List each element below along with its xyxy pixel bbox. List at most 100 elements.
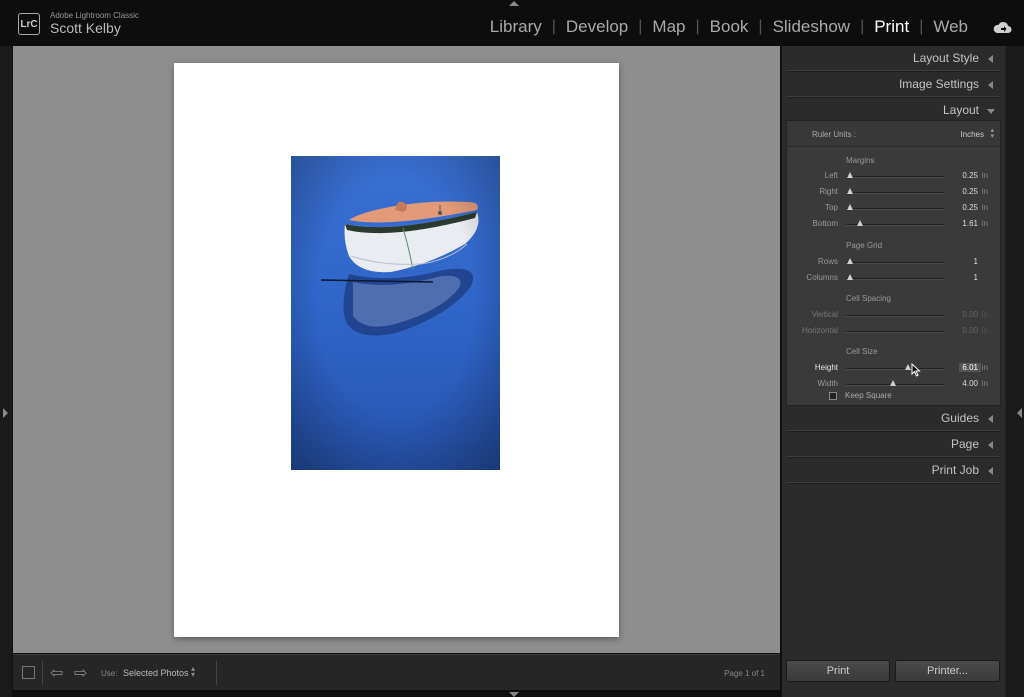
chevron-up-down-icon[interactable]: ▴ ▾ <box>191 665 195 679</box>
slider-value[interactable]: 1.61 <box>962 219 978 228</box>
slider-track[interactable] <box>846 278 944 280</box>
collapse-triangle-icon[interactable] <box>988 441 993 449</box>
slider-thumb[interactable] <box>846 172 853 178</box>
slider-thumb[interactable] <box>846 258 853 264</box>
slider-track[interactable] <box>846 368 944 370</box>
page-counter: Page 1 of 1 <box>724 669 765 678</box>
slider-value[interactable]: 4.00 <box>962 379 978 388</box>
panel-layout[interactable]: Layout <box>786 98 1001 120</box>
panel-title: Page <box>950 437 979 451</box>
module-library[interactable]: Library <box>490 17 542 37</box>
slider-label: Width <box>817 379 838 388</box>
module-picker: Library | Develop | Map | Book | Slidesh… <box>490 17 968 37</box>
slider-columns[interactable]: Columns 1 <box>787 271 1000 285</box>
printer-button[interactable]: Printer... <box>895 660 1000 682</box>
module-separator: | <box>919 18 924 35</box>
bottom-toolbar: ⇦ ⇨ Use: Selected Photos ▴ ▾ Page 1 of 1 <box>13 654 780 690</box>
keep-square-checkbox[interactable] <box>829 392 837 400</box>
cell-size-section-title: Cell Size <box>846 347 878 356</box>
slider-rows[interactable]: Rows 1 <box>787 255 1000 269</box>
module-slideshow[interactable]: Slideshow <box>773 17 851 37</box>
toolbar-divider <box>216 661 217 685</box>
panel-guides[interactable]: Guides <box>786 406 1001 432</box>
right-panel-toggle-icon[interactable] <box>1017 408 1022 418</box>
slider-track[interactable] <box>846 176 944 178</box>
module-web[interactable]: Web <box>933 17 968 37</box>
bottom-panel-toggle-icon[interactable] <box>509 692 519 697</box>
slider-left-margin[interactable]: Left 0.25 in <box>787 169 1000 183</box>
slider-cell-height[interactable]: Height 6.01 in <box>787 361 1000 375</box>
slider-value[interactable]: 0.25 <box>962 203 978 212</box>
identity-plate-bar: LrC Adobe Lightroom Classic Scott Kelby … <box>0 0 1024 46</box>
top-panel-toggle-icon[interactable] <box>509 1 519 6</box>
previous-page-icon[interactable]: ⇦ <box>50 663 63 683</box>
slider-label: Bottom <box>812 219 838 228</box>
slider-thumb[interactable] <box>904 364 911 370</box>
slider-vertical-spacing: Vertical 0.00 in <box>787 308 1000 322</box>
photo-cell[interactable] <box>291 156 500 470</box>
panel-page[interactable]: Page <box>786 432 1001 458</box>
panel-layout-style[interactable]: Layout Style <box>786 46 1001 72</box>
ruler-units-label: Ruler Units : <box>812 130 857 139</box>
slider-thumb[interactable] <box>846 204 853 210</box>
module-separator: | <box>758 18 763 35</box>
module-separator: | <box>638 18 643 35</box>
collapse-triangle-icon[interactable] <box>988 55 993 63</box>
ruler-units-row: Ruler Units : Inches ▴ ▾ <box>787 121 1000 147</box>
print-preview-canvas <box>13 46 780 653</box>
use-selector[interactable]: Selected Photos <box>123 668 189 678</box>
slider-label: Columns <box>806 273 838 282</box>
user-name: Scott Kelby <box>50 20 121 36</box>
module-separator: | <box>695 18 700 35</box>
ruler-units-select[interactable]: Inches <box>960 130 984 139</box>
slider-label: Rows <box>817 257 838 266</box>
slider-value[interactable]: 0.25 <box>962 171 978 180</box>
panel-print-job[interactable]: Print Job <box>786 458 1001 484</box>
slider-unit: in <box>981 326 988 335</box>
slider-thumb[interactable] <box>846 188 853 194</box>
slider-horizontal-spacing: Horizontal 0.00 in <box>787 324 1000 338</box>
module-map[interactable]: Map <box>652 17 685 37</box>
slider-label: Top <box>825 203 838 212</box>
slider-value[interactable]: 1 <box>974 273 978 282</box>
collapse-triangle-icon[interactable] <box>988 81 993 89</box>
cloud-sync-icon[interactable] <box>992 20 1012 34</box>
module-separator: | <box>551 18 556 35</box>
next-page-icon[interactable]: ⇨ <box>74 663 87 683</box>
slider-value: 0.00 <box>962 310 978 319</box>
slider-cell-width[interactable]: Width 4.00 in <box>787 377 1000 391</box>
slider-right-margin[interactable]: Right 0.25 in <box>787 185 1000 199</box>
slider-bottom-margin[interactable]: Bottom 1.61 in <box>787 217 1000 231</box>
slider-track[interactable] <box>846 262 944 264</box>
collapse-triangle-icon[interactable] <box>988 467 993 475</box>
lrc-logo: LrC <box>18 13 40 35</box>
slider-top-margin[interactable]: Top 0.25 in <box>787 201 1000 215</box>
slider-thumb[interactable] <box>856 220 863 226</box>
slider-label: Vertical <box>811 310 838 319</box>
right-panel-edge <box>1006 46 1024 697</box>
slider-thumb[interactable] <box>890 380 897 386</box>
module-print[interactable]: Print <box>874 17 909 37</box>
single-view-icon[interactable] <box>22 666 35 679</box>
panel-image-settings[interactable]: Image Settings <box>786 72 1001 98</box>
right-panel: Layout Style Image Settings Layout Ruler… <box>782 46 1005 697</box>
slider-track <box>846 331 944 333</box>
slider-value[interactable]: 0.25 <box>962 187 978 196</box>
collapse-triangle-icon[interactable] <box>988 415 993 423</box>
expand-triangle-icon[interactable] <box>987 109 995 114</box>
slider-value[interactable]: 1 <box>974 257 978 266</box>
print-button[interactable]: Print <box>786 660 890 682</box>
product-name: Adobe Lightroom Classic <box>50 11 139 20</box>
left-panel-toggle-icon[interactable] <box>3 408 8 418</box>
slider-label: Height <box>814 363 838 372</box>
slider-unit: in <box>981 171 988 180</box>
module-develop[interactable]: Develop <box>566 17 628 37</box>
module-book[interactable]: Book <box>710 17 749 37</box>
margins-section-title: Margins <box>846 156 875 165</box>
slider-thumb[interactable] <box>846 274 853 280</box>
chevron-up-down-icon[interactable]: ▴ ▾ <box>990 127 994 140</box>
slider-track[interactable] <box>846 208 944 210</box>
slider-value[interactable]: 6.01 <box>959 363 981 372</box>
slider-track[interactable] <box>846 192 944 194</box>
layout-panel-body: Ruler Units : Inches ▴ ▾ Margins Left 0.2… <box>786 120 1001 406</box>
